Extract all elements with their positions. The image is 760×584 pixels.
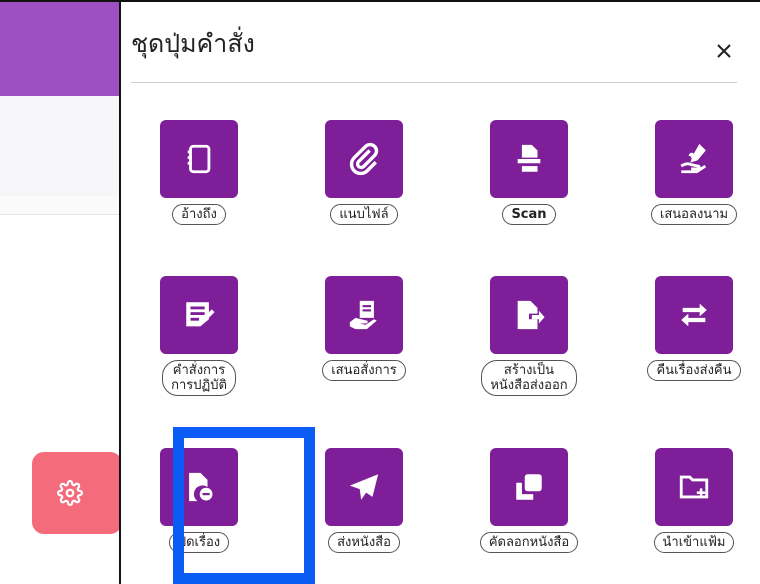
propose-order-label[interactable]: เสนอสั่งการ	[322, 360, 406, 381]
folder-plus-icon	[679, 475, 709, 499]
send-letter-button[interactable]	[325, 448, 403, 526]
close-icon	[717, 44, 731, 58]
copy-icon	[516, 474, 542, 500]
command-propose-order: เสนอสั่งการ	[299, 276, 429, 381]
copy-letter-button[interactable]	[490, 448, 568, 526]
panel-title: ชุดปุ่มคำสั่ง	[131, 29, 255, 58]
close-button[interactable]	[711, 38, 737, 64]
reference-button[interactable]	[160, 120, 238, 198]
propose-order-button[interactable]	[325, 276, 403, 354]
order-practice-button[interactable]	[160, 276, 238, 354]
command-reference: อ้างถึง	[134, 120, 264, 225]
paperclip-icon	[349, 142, 379, 176]
create-outgoing-button[interactable]	[490, 276, 568, 354]
scan-label[interactable]: Scan	[502, 204, 556, 225]
propose-sign-label[interactable]: เสนอลงนาม	[650, 204, 738, 225]
command-return: คืนเรื่องส่งคืน	[629, 276, 759, 381]
command-panel: ชุดปุ่มคำสั่ง อ้างถึง แนบไฟล์ Scan เสนอล…	[119, 0, 760, 584]
import-folder-button[interactable]	[655, 448, 733, 526]
command-close-matter: ปิดเรื่อง	[134, 448, 264, 553]
command-propose-sign: เสนอลงนาม	[629, 120, 759, 225]
return-label[interactable]: คืนเรื่องส่งคืน	[647, 360, 741, 381]
attach-file-button[interactable]	[325, 120, 403, 198]
panel-divider	[131, 82, 737, 83]
import-folder-label[interactable]: นำเข้าแฟ้ม	[653, 532, 735, 553]
command-scan: Scan	[464, 120, 594, 225]
attach-file-label[interactable]: แนบไฟล์	[330, 204, 398, 225]
reference-label[interactable]: อ้างถึง	[172, 204, 226, 225]
background-toolbar	[0, 96, 120, 197]
propose-sign-button[interactable]	[655, 120, 733, 198]
gear-icon	[57, 480, 83, 506]
return-button[interactable]	[655, 276, 733, 354]
command-send-letter: ส่งหนังสือ	[299, 448, 429, 553]
send-letter-label[interactable]: ส่งหนังสือ	[328, 532, 400, 553]
command-import-folder: นำเข้าแฟ้ม	[629, 448, 759, 553]
message-edit-icon	[186, 302, 215, 327]
sign-hand-icon	[680, 143, 707, 174]
command-attach: แนบไฟล์	[299, 120, 429, 225]
paper-plane-icon	[349, 474, 379, 500]
file-export-icon	[517, 300, 545, 330]
copy-letter-label[interactable]: คัดลอกหนังสือ	[479, 532, 579, 553]
close-matter-button[interactable]	[160, 448, 238, 526]
file-minus-icon	[189, 472, 213, 502]
create-outgoing-label[interactable]: สร้างเป็น หนังสือส่งออก	[481, 360, 577, 396]
command-copy-letter: คัดลอกหนังสือ	[464, 448, 594, 553]
notebook-icon	[187, 144, 211, 174]
scanner-icon	[517, 144, 541, 172]
exchange-arrows-icon	[681, 303, 707, 327]
scan-button[interactable]	[490, 120, 568, 198]
settings-button[interactable]	[32, 452, 122, 534]
background-header	[0, 0, 120, 98]
background-row	[0, 196, 120, 215]
order-practice-label[interactable]: คำสั่งการ การปฏิบัติ	[162, 360, 236, 396]
command-create-outgoing: สร้างเป็น หนังสือส่งออก	[464, 276, 594, 396]
hand-document-icon	[349, 300, 377, 330]
close-matter-label[interactable]: ปิดเรื่อง	[168, 532, 230, 553]
command-order-practice: คำสั่งการ การปฏิบัติ	[134, 276, 264, 396]
